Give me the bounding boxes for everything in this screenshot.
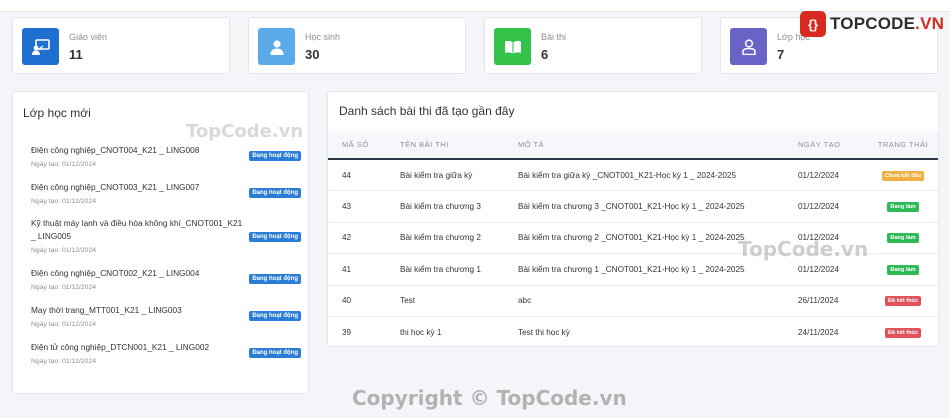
- topcode-logo-mark: {}: [800, 11, 826, 37]
- class-item[interactable]: Điện công nghiệp_CNOT003_K21 _ LING007 N…: [31, 181, 301, 205]
- status-badge: Đang hoạt động: [249, 188, 301, 198]
- book-icon: [494, 28, 531, 65]
- exam-name: Test: [400, 296, 416, 306]
- exams-table: MÃ SỐ TÊN BÀI THI MÔ TẢ NGÀY TẠO TRẠNG T…: [328, 131, 938, 348]
- exam-date: 24/11/2024: [798, 328, 839, 337]
- exam-id: 41: [342, 264, 352, 274]
- stat-label: Giáo viên: [69, 32, 108, 42]
- exam-name: Bài kiểm tra chương 1: [400, 264, 481, 274]
- exam-date: 26/11/2024: [798, 296, 839, 306]
- status-badge: Đang hoạt động: [249, 311, 301, 321]
- exam-description: Bài kiểm tra giữa kỳ _CNOT001_K21-Học kỳ…: [518, 170, 737, 180]
- exam-description: abc: [518, 296, 532, 306]
- exam-id: 44: [342, 170, 352, 180]
- class-date: Ngày tạo: 01/12/2024: [31, 198, 96, 205]
- exam-id: 43: [342, 201, 352, 211]
- topcode-logo: {} TOPCODE.VN: [800, 10, 944, 38]
- class-item[interactable]: Điện công nghiệp_CNOT002_K21 _ LING004 N…: [31, 267, 301, 291]
- table-row[interactable]: 40 Test abc 26/11/2024 Đã kết thúc: [328, 285, 938, 317]
- stat-value: 30: [305, 47, 320, 62]
- class-name: Điện tử công nghiệp_DTCN001_K21 _ LING00…: [31, 342, 210, 352]
- brand-tld: .VN: [915, 14, 945, 33]
- class-name: Điện công nghiệp_CNOT004_K21 _ LING008: [31, 145, 200, 155]
- exam-id: 40: [342, 296, 352, 306]
- column-header-status[interactable]: TRẠNG THÁI: [876, 131, 938, 159]
- table-header-row: MÃ SỐ TÊN BÀI THI MÔ TẢ NGÀY TẠO TRẠNG T…: [328, 131, 938, 159]
- column-header-date[interactable]: NGÀY TẠO: [798, 131, 876, 159]
- exam-date: 01/12/2024: [798, 233, 839, 243]
- class-name: May thời trang_MTT001_K21 _ LING003: [31, 305, 182, 315]
- exam-description: Bài kiểm tra chương 3 _CNOT001_K21-Học k…: [518, 201, 745, 211]
- exam-date: 01/12/2024: [798, 201, 839, 211]
- new-classes-title: Lớp học mới: [23, 106, 91, 120]
- table-row[interactable]: 41 Bài kiểm tra chương 1 Bài kiểm tra ch…: [328, 254, 938, 285]
- column-header-description[interactable]: MÔ TẢ: [518, 131, 798, 159]
- copyright-watermark: Copyright © TopCode.vn: [352, 386, 627, 410]
- table-row[interactable]: 43 Bài kiểm tra chương 3 Bài kiểm tra ch…: [328, 191, 938, 222]
- class-date: Ngày tạo: 01/12/2024: [31, 358, 96, 365]
- status-badge: Đang hoạt động: [249, 348, 301, 358]
- status-badge: Đang hoạt động: [249, 151, 301, 161]
- stat-card-students[interactable]: Học sinh 30: [248, 17, 466, 74]
- student-icon: [258, 28, 295, 65]
- class-item[interactable]: Kỹ thuật máy lạnh và điều hòa không khí_…: [31, 217, 301, 254]
- column-header-id[interactable]: MÃ SỐ: [328, 131, 400, 159]
- recent-exams-panel: Danh sách bài thi đã tạo gần đây MÃ SỐ T…: [327, 91, 939, 347]
- class-item[interactable]: Điện tử công nghiệp_DTCN001_K21 _ LING00…: [31, 341, 301, 365]
- exam-description: Bài kiểm tra chương 1 _CNOT001_K21-Học k…: [518, 264, 745, 274]
- status-badge: Đang hoạt động: [249, 232, 301, 242]
- stat-value: 7: [777, 47, 785, 62]
- column-header-name[interactable]: TÊN BÀI THI: [400, 131, 518, 159]
- class-name: Kỹ thuật máy lạnh và điều hòa không khí_…: [31, 218, 243, 241]
- exam-id: 42: [342, 233, 352, 243]
- exam-name: thi học kỳ 1: [400, 328, 442, 337]
- class-name: Điện công nghiệp_CNOT003_K21 _ LING007: [31, 182, 200, 192]
- recent-exams-title: Danh sách bài thi đã tạo gần đây: [339, 104, 515, 118]
- stat-label: Bài thi: [541, 32, 567, 42]
- exam-date: 01/12/2024: [798, 170, 839, 180]
- status-badge: Đang làm: [887, 201, 919, 212]
- table-row[interactable]: 39 thi học kỳ 1 Test thi học kỳ 24/11/20…: [328, 317, 938, 349]
- stat-label: Học sinh: [305, 32, 341, 42]
- class-item[interactable]: May thời trang_MTT001_K21 _ LING003 Ngày…: [31, 304, 301, 328]
- table-row[interactable]: 44 Bài kiểm tra giữa kỳ Bài kiểm tra giữ…: [328, 159, 938, 191]
- class-date: Ngày tạo: 01/12/2024: [31, 321, 96, 328]
- status-badge: Chưa bắt đầu: [881, 170, 925, 181]
- exam-name: Bài kiểm tra giữa kỳ: [400, 170, 473, 180]
- exam-description: Bài kiểm tra chương 2 _CNOT001_K21-Học k…: [518, 233, 745, 243]
- stat-value: 11: [69, 47, 83, 62]
- exam-id: 39: [342, 328, 352, 337]
- class-date: Ngày tạo: 01/12/2024: [31, 247, 96, 254]
- status-badge: Đang làm: [887, 264, 919, 275]
- stat-value: 6: [541, 47, 549, 62]
- class-date: Ngày tạo: 01/12/2024: [31, 284, 96, 291]
- status-badge: Đang làm: [887, 233, 919, 244]
- exam-name: Bài kiểm tra chương 3: [400, 201, 481, 211]
- exam-date: 01/12/2024: [798, 264, 839, 274]
- status-badge: Đã kết thúc: [884, 296, 922, 307]
- class-date: Ngày tạo: 01/12/2024: [31, 161, 96, 168]
- new-classes-panel: Lớp học mới Điện công nghiệp_CNOT004_K21…: [12, 91, 309, 394]
- exam-name: Bài kiểm tra chương 2: [400, 233, 481, 243]
- status-badge: Đang hoạt động: [249, 274, 301, 284]
- stat-card-exams[interactable]: Bài thi 6: [484, 17, 702, 74]
- class-name: Điện công nghiệp_CNOT002_K21 _ LING004: [31, 268, 200, 278]
- status-badge: Đã kết thúc: [884, 328, 922, 338]
- exam-description: Test thi học kỳ: [518, 328, 570, 337]
- user-icon: [730, 28, 767, 65]
- teacher-icon: [22, 28, 59, 65]
- table-row[interactable]: 42 Bài kiểm tra chương 2 Bài kiểm tra ch…: [328, 222, 938, 254]
- class-item[interactable]: Điện công nghiệp_CNOT004_K21 _ LING008 N…: [31, 144, 301, 168]
- brand-name: TOPCODE: [830, 14, 916, 33]
- stat-card-teachers[interactable]: Giáo viên 11: [12, 17, 230, 74]
